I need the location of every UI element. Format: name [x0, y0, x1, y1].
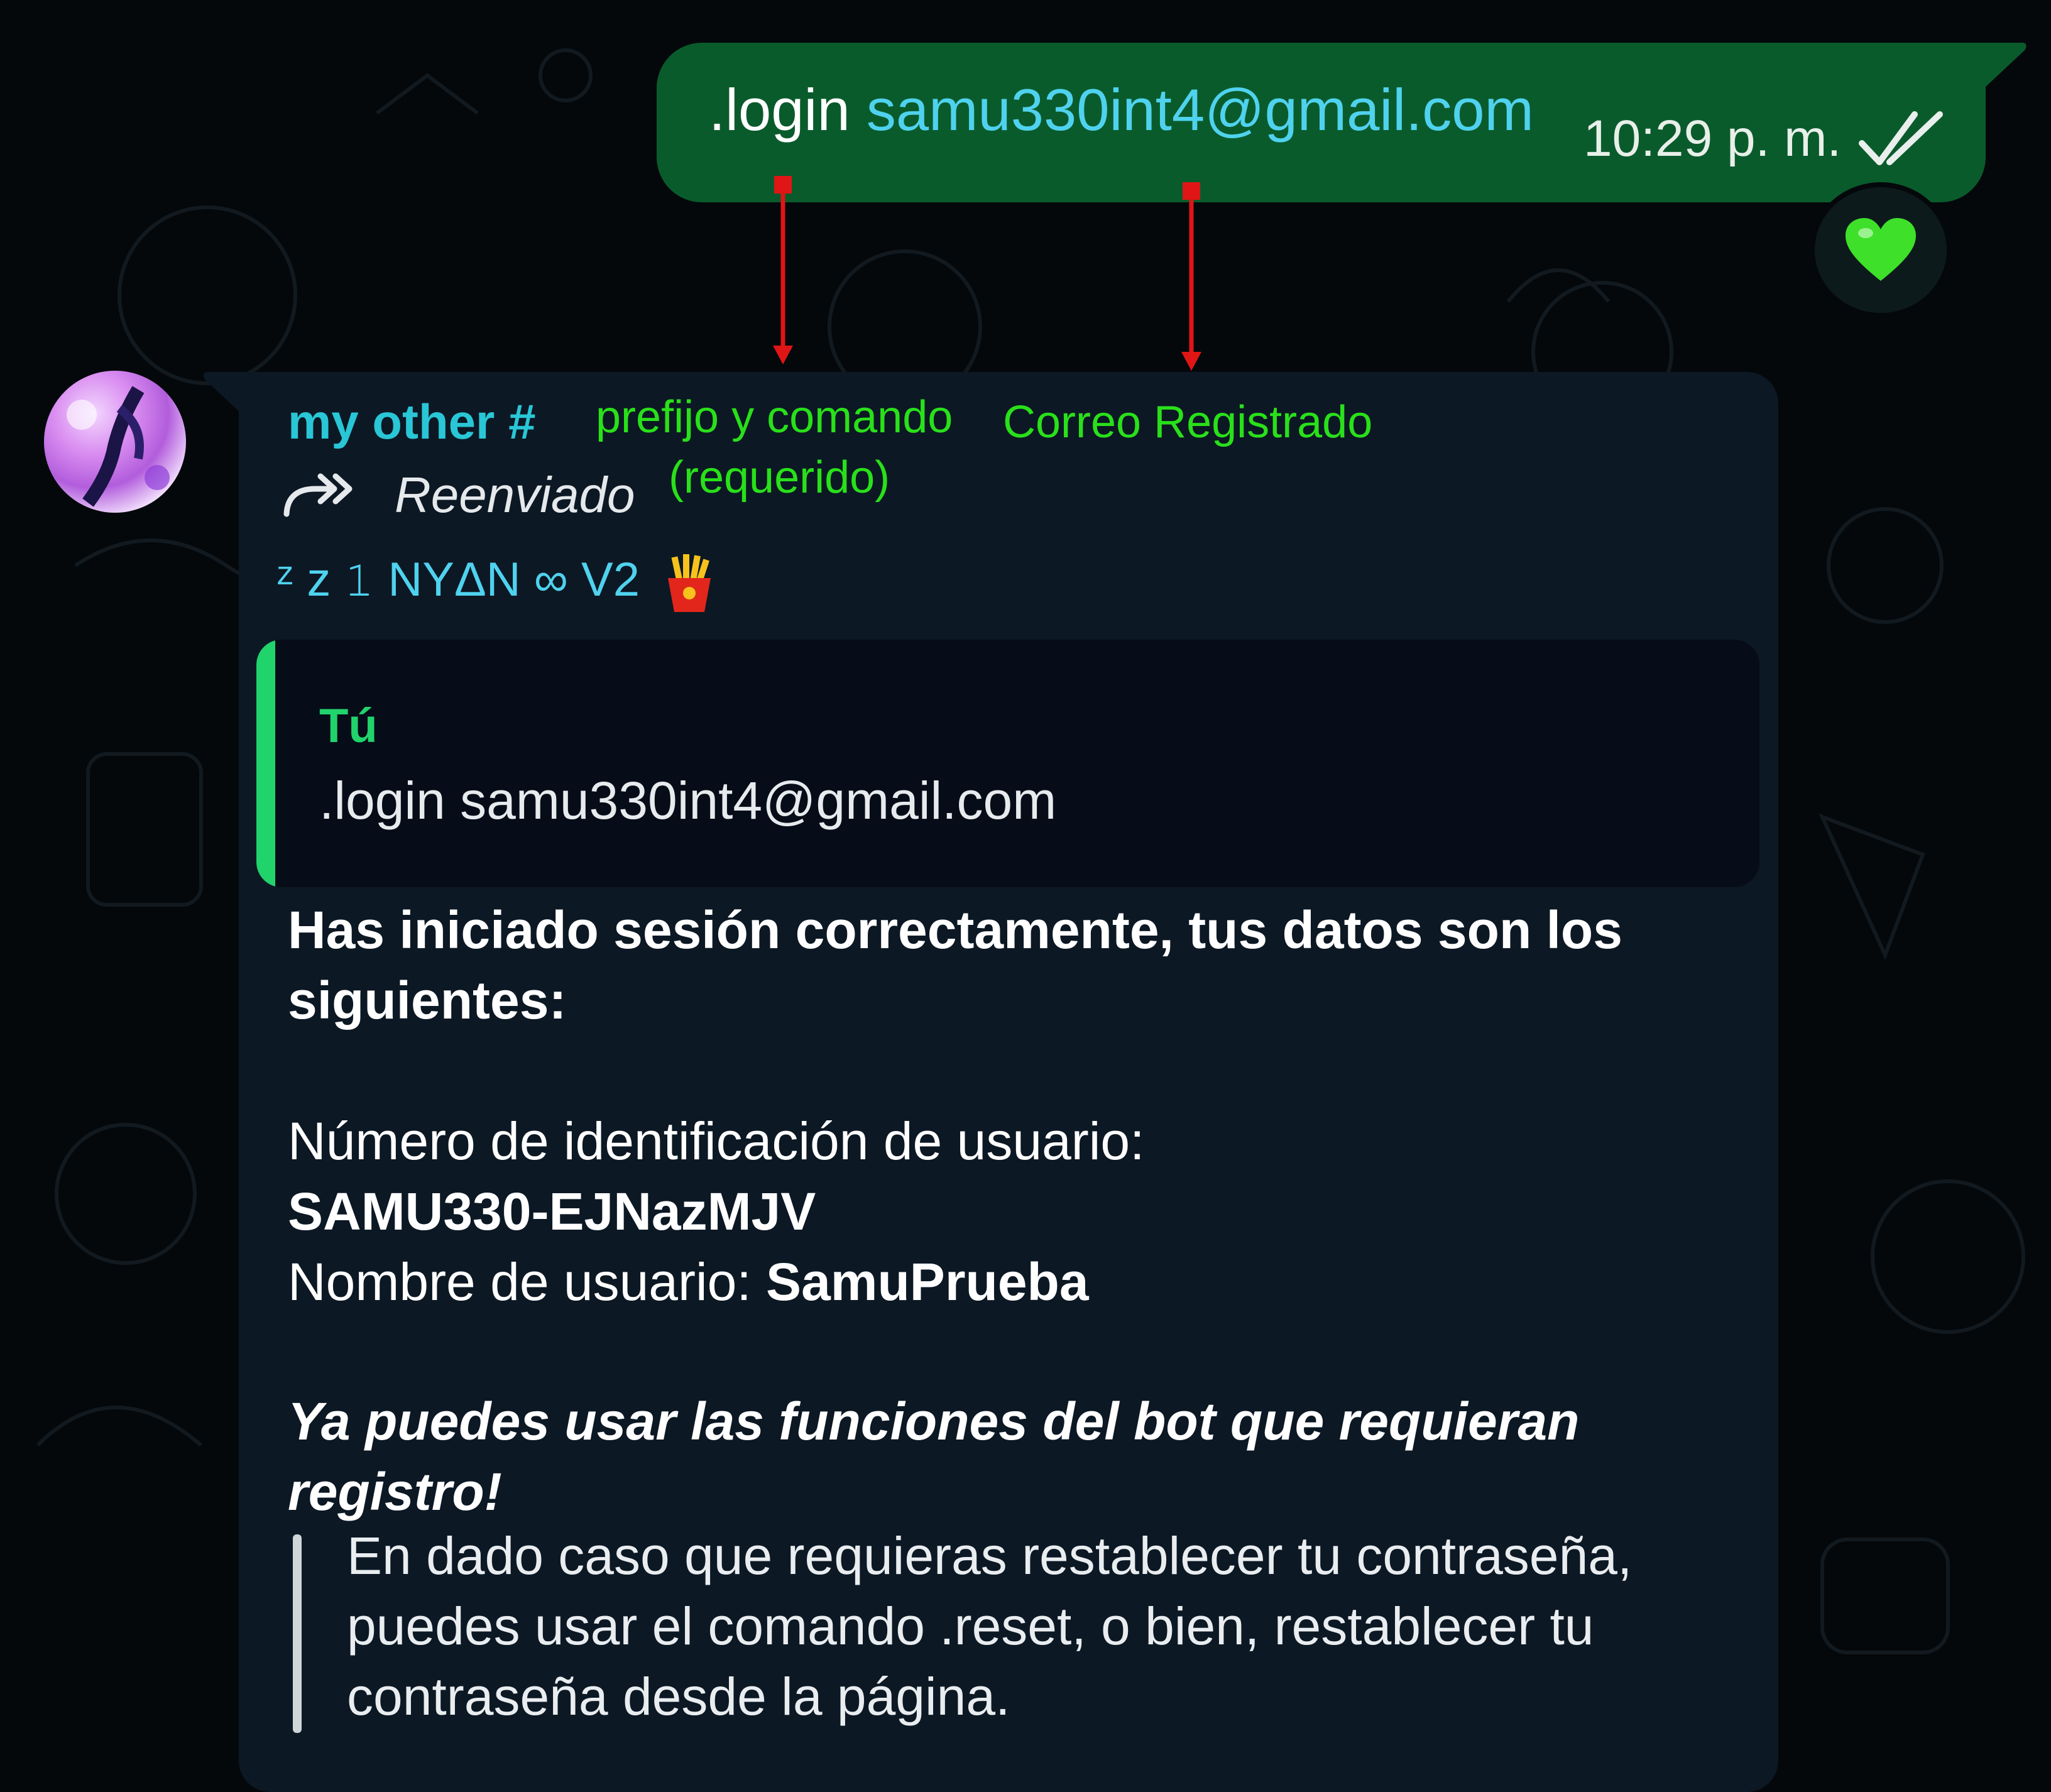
command-prefix: .login	[709, 77, 850, 143]
message-timestamp: 10:29 p. m.	[1583, 110, 1842, 167]
quote-accent-bar	[256, 640, 275, 887]
sender-name[interactable]: my other #	[288, 397, 535, 446]
user-id-value: SAMU330-EJNazMJV	[288, 1182, 816, 1241]
sender-avatar[interactable]	[44, 371, 186, 513]
push-name-text: ᶻ z 𝟷 NYΔN ∞ V2	[276, 553, 640, 607]
forward-icon	[283, 473, 353, 517]
reset-note: En dado caso que requieras restablecer t…	[347, 1526, 1633, 1726]
username-line: Nombre de usuario: SamuPrueba	[288, 1247, 1733, 1317]
username-label: Nombre de usuario:	[288, 1252, 767, 1311]
quoted-message[interactable]: Tú .login samu330int4@gmail.com	[256, 640, 1759, 887]
sender-push-name: ᶻ z 𝟷 NYΔN ∞ V2	[276, 553, 714, 613]
annotation-prefix-line1: prefijo y comando	[596, 392, 953, 442]
fries-icon	[668, 554, 711, 612]
user-id-label: Número de identificación de usuario:	[288, 1112, 1145, 1171]
annotation-email-label: Correo Registrado	[1003, 397, 1373, 447]
green-heart-icon	[1846, 218, 1916, 281]
prefix-annotation-arrow	[773, 176, 793, 364]
outgoing-message-text: .login samu330int4@gmail.com	[709, 80, 1534, 139]
quoted-text: .login samu330int4@gmail.com	[319, 771, 1057, 830]
avatar-image	[67, 386, 170, 507]
reaction-badge[interactable]	[1810, 182, 1952, 318]
annotation-prefix-line2: (requerido)	[669, 452, 890, 503]
success-message: Has iniciado sesión correctamente, tus d…	[288, 900, 1622, 1030]
double-check-icon	[1859, 111, 1943, 165]
forwarded-label: Reenviado	[395, 467, 635, 523]
username-value: SamuPrueba	[766, 1252, 1089, 1311]
email-annotation-arrow	[1181, 182, 1201, 371]
blockquote-bar	[293, 1534, 302, 1733]
quoted-author: Tú	[319, 699, 378, 753]
ready-message: Ya puedes usar las funciones del bot que…	[288, 1392, 1580, 1521]
email-link[interactable]: samu330int4@gmail.com	[867, 77, 1534, 143]
